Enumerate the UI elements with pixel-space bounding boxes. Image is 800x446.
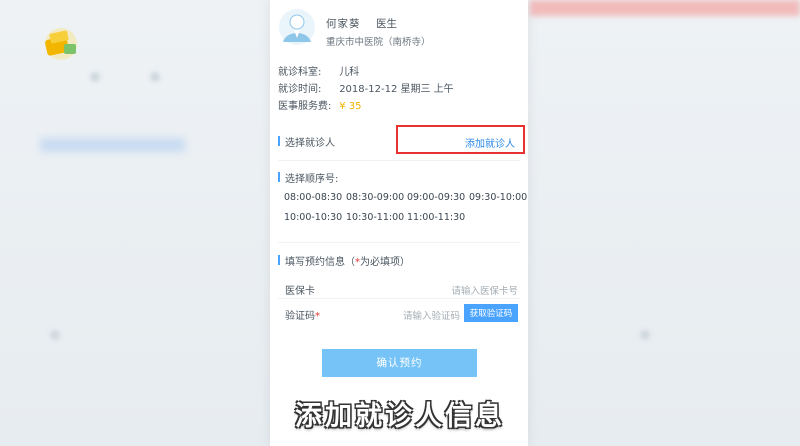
form-title-suffix: 为必填项）	[360, 257, 410, 268]
background-dot	[150, 72, 160, 82]
confirm-button[interactable]: 确认预约	[322, 349, 477, 377]
divider	[278, 298, 520, 299]
form-section-title: 填写预约信息（*为必填项）	[285, 253, 410, 268]
section-marker	[278, 136, 280, 146]
time-slot[interactable]: 10:30-11:00	[346, 212, 404, 223]
code-label-text: 验证码	[285, 311, 315, 322]
doctor-title: 医生	[376, 18, 397, 30]
video-caption: 添加就诊人信息	[295, 401, 505, 432]
fee-label: 医事服务费:	[278, 101, 332, 112]
section-marker	[278, 255, 280, 265]
time-row: 就诊时间: 2018-12-12 星期三 上午	[278, 81, 454, 98]
insurance-label: 医保卡	[285, 286, 315, 297]
background-top-bar	[530, 0, 800, 16]
doctor-hospital: 重庆市中医院（南桥寺）	[326, 37, 431, 48]
required-mark: *	[315, 311, 320, 322]
code-input[interactable]: 请输入验证码	[403, 308, 460, 322]
add-patient-highlight[interactable]: 添加就诊人	[396, 125, 525, 154]
insurance-input[interactable]: 请输入医保卡号	[451, 283, 518, 297]
visit-info: 就诊科室: 儿科 就诊时间: 2018-12-12 星期三 上午 医事服务费: …	[278, 64, 454, 115]
dept-value: 儿科	[339, 67, 360, 78]
time-label: 就诊时间:	[278, 84, 322, 95]
dept-label: 就诊科室:	[278, 67, 322, 78]
slot-section-title: 选择顺序号:	[285, 174, 339, 185]
time-slot[interactable]: 08:00-08:30	[284, 192, 342, 203]
divider	[278, 160, 520, 161]
doctor-name: 何家葵	[326, 18, 361, 30]
form-title-text: 填写预约信息（	[285, 257, 355, 268]
fee-row: 医事服务费: ¥ 35	[278, 98, 454, 115]
time-slot[interactable]: 10:00-10:30	[284, 212, 342, 223]
background-dot	[90, 72, 100, 82]
time-slot[interactable]: 11:00-11:30	[407, 212, 465, 223]
doctor-avatar	[278, 8, 316, 46]
add-patient-link[interactable]: 添加就诊人	[465, 135, 515, 150]
background-dot	[640, 330, 650, 340]
time-slot[interactable]: 09:30-10:00	[469, 192, 527, 203]
background-blurred-text	[40, 138, 185, 152]
time-slot[interactable]: 08:30-09:00	[346, 192, 404, 203]
doctor-card: 何家葵 医生 重庆市中医院（南桥寺）	[278, 8, 518, 50]
fee-value: ¥ 35	[339, 101, 362, 112]
app-logo-icon	[40, 24, 82, 62]
time-value: 2018-12-12 星期三 上午	[339, 84, 454, 95]
patient-section-title: 选择就诊人	[285, 138, 335, 149]
code-label: 验证码*	[285, 307, 320, 322]
background-dot	[50, 330, 60, 340]
appointment-page: 何家葵 医生 重庆市中医院（南桥寺） 就诊科室: 儿科 就诊时间: 2018-1…	[270, 0, 528, 446]
section-marker	[278, 172, 280, 182]
dept-row: 就诊科室: 儿科	[278, 64, 454, 81]
get-code-button[interactable]: 获取验证码	[464, 304, 518, 322]
time-slot[interactable]: 09:00-09:30	[407, 192, 465, 203]
divider	[278, 242, 520, 243]
